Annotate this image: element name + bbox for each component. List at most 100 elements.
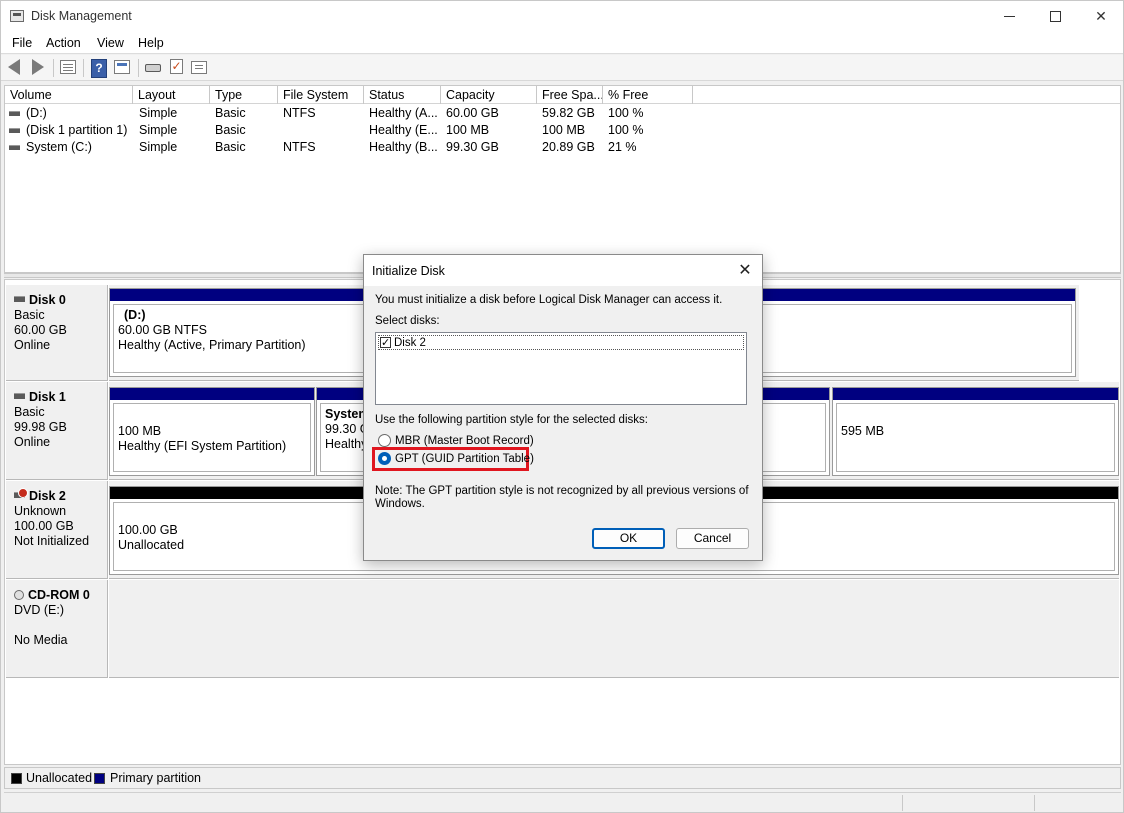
volume-type: Basic [215, 140, 246, 154]
disk-size: 60.00 GB [14, 323, 67, 337]
volume-percent-free: 100 % [608, 123, 644, 137]
status-divider [1034, 795, 1035, 811]
cancel-button[interactable]: Cancel [676, 528, 749, 549]
toolbar-divider [83, 59, 84, 77]
column-status[interactable]: Status [364, 86, 441, 104]
volume-name: (D:) [26, 106, 47, 120]
properties-icon [114, 60, 130, 74]
volume-name: System (C:) [26, 140, 92, 154]
volume-layout: Simple [139, 123, 178, 137]
disk-type: Unknown [14, 504, 67, 518]
menu-action[interactable]: Action [46, 36, 81, 50]
volume-status: Healthy (E... [369, 123, 438, 137]
disk-state: No Media [14, 633, 68, 647]
partition-recovery[interactable]: 595 MB [832, 387, 1119, 476]
volume-file-system: NTFS [283, 140, 316, 154]
menu-help[interactable]: Help [138, 36, 164, 50]
status-bar [4, 792, 1121, 812]
disk-2-label[interactable]: Disk 2 Unknown 100.00 GB Not Initialized [6, 481, 108, 579]
legend: Unallocated Primary partition [4, 767, 1121, 789]
column-file-system[interactable]: File System [278, 86, 364, 104]
volume-name: (Disk 1 partition 1) [26, 123, 128, 137]
forward-icon [32, 59, 44, 75]
checklist-icon: ✓ [170, 59, 183, 74]
maximize-button[interactable] [1032, 1, 1078, 32]
toolbar-divider [138, 59, 139, 77]
connect-button[interactable] [145, 59, 163, 76]
mbr-option-label[interactable]: MBR (Master Boot Record) [395, 435, 534, 447]
menu-view[interactable]: View [97, 36, 124, 50]
column-percent-free[interactable]: % Free [603, 86, 693, 104]
disk-management-window: Disk Management ✕ File Action View Help … [0, 0, 1124, 813]
disk-icon [14, 393, 25, 399]
volume-icon [9, 111, 20, 116]
legend-swatch-primary [94, 773, 105, 784]
volume-icon [9, 145, 20, 150]
disk-list-item[interactable]: ✓ Disk 2 [378, 335, 744, 350]
column-capacity[interactable]: Capacity [441, 86, 537, 104]
partition-efi[interactable]: 100 MB Healthy (EFI System Partition) [109, 387, 315, 476]
menu-file[interactable]: File [12, 36, 32, 50]
minimize-button[interactable] [986, 1, 1032, 32]
checklist-button[interactable]: ✓ [170, 59, 188, 76]
disk-1-label[interactable]: Disk 1 Basic 99.98 GB Online [6, 382, 108, 480]
volume-free-space: 20.89 GB [542, 140, 595, 154]
disk-name: Disk 2 [29, 489, 66, 503]
partition-body: 595 MB [836, 403, 1115, 472]
volume-row[interactable]: (Disk 1 partition 1) Simple Basic Health… [5, 122, 1120, 139]
column-volume[interactable]: Volume [5, 86, 133, 104]
legend-label: Unallocated [26, 771, 93, 785]
help-button[interactable]: ? [91, 59, 109, 78]
gpt-option-label[interactable]: GPT (GUID Partition Table) [395, 453, 534, 465]
volume-row[interactable]: (D:) Simple Basic NTFS Healthy (A... 60.… [5, 105, 1120, 122]
connect-icon [145, 64, 161, 72]
volume-layout: Simple [139, 106, 178, 120]
volume-list[interactable]: Volume Layout Type File System Status Ca… [4, 85, 1121, 273]
list-view-icon [60, 60, 76, 74]
volume-percent-free: 21 % [608, 140, 637, 154]
disk-state: Online [14, 338, 51, 352]
ok-button[interactable]: OK [592, 528, 665, 549]
close-window-button[interactable]: ✕ [1078, 1, 1124, 32]
properties-button[interactable] [114, 59, 132, 76]
mbr-radio[interactable] [378, 434, 391, 447]
column-type[interactable]: Type [210, 86, 278, 104]
disk-size [14, 618, 107, 633]
close-icon: ✕ [1095, 8, 1107, 25]
legend-label: Primary partition [110, 771, 201, 785]
volume-row[interactable]: System (C:) Simple Basic NTFS Healthy (B… [5, 139, 1120, 156]
disk-0-label[interactable]: Disk 0 Basic 60.00 GB Online [6, 285, 108, 381]
disk-select-list[interactable]: ✓ Disk 2 [375, 332, 747, 405]
sheet-button[interactable] [191, 59, 209, 76]
title-bar: Disk Management ✕ [1, 1, 1123, 32]
column-layout[interactable]: Layout [133, 86, 210, 104]
cdrom-0-label[interactable]: CD-ROM 0 DVD (E:) No Media [6, 580, 108, 678]
menu-bar: File Action View Help [1, 32, 1123, 54]
minimize-icon [1003, 16, 1015, 17]
partition-style-label: Use the following partition style for th… [375, 414, 648, 426]
volume-type: Basic [215, 123, 246, 137]
volume-free-space: 59.82 GB [542, 106, 595, 120]
disk-name: CD-ROM 0 [28, 588, 90, 602]
select-disks-label: Select disks: [375, 315, 440, 327]
volume-capacity: 100 MB [446, 123, 490, 137]
disk-state: Online [14, 435, 51, 449]
partition-size: 100 MB [118, 424, 162, 438]
cdrom-0-area [109, 580, 1119, 678]
volume-free-space: 100 MB [542, 123, 586, 137]
back-button[interactable] [6, 59, 24, 76]
dialog-close-button[interactable]: ✕ [736, 261, 754, 279]
dialog-title: Initialize Disk [372, 264, 445, 278]
gpt-radio[interactable] [378, 452, 391, 465]
column-free-space[interactable]: Free Spa... [537, 86, 603, 104]
disk-checkbox[interactable]: ✓ [380, 337, 391, 348]
partition-body: 100 MB Healthy (EFI System Partition) [113, 403, 311, 472]
disk-name: Disk 0 [29, 293, 66, 307]
disk-size: 100.00 GB [14, 519, 74, 533]
disk-icon [14, 296, 25, 302]
primary-partition-bar [110, 388, 314, 400]
list-view-button[interactable] [60, 59, 78, 76]
initialize-disk-dialog: Initialize Disk ✕ You must initialize a … [363, 254, 763, 561]
forward-button[interactable] [29, 59, 47, 76]
volume-status: Healthy (B... [369, 140, 438, 154]
